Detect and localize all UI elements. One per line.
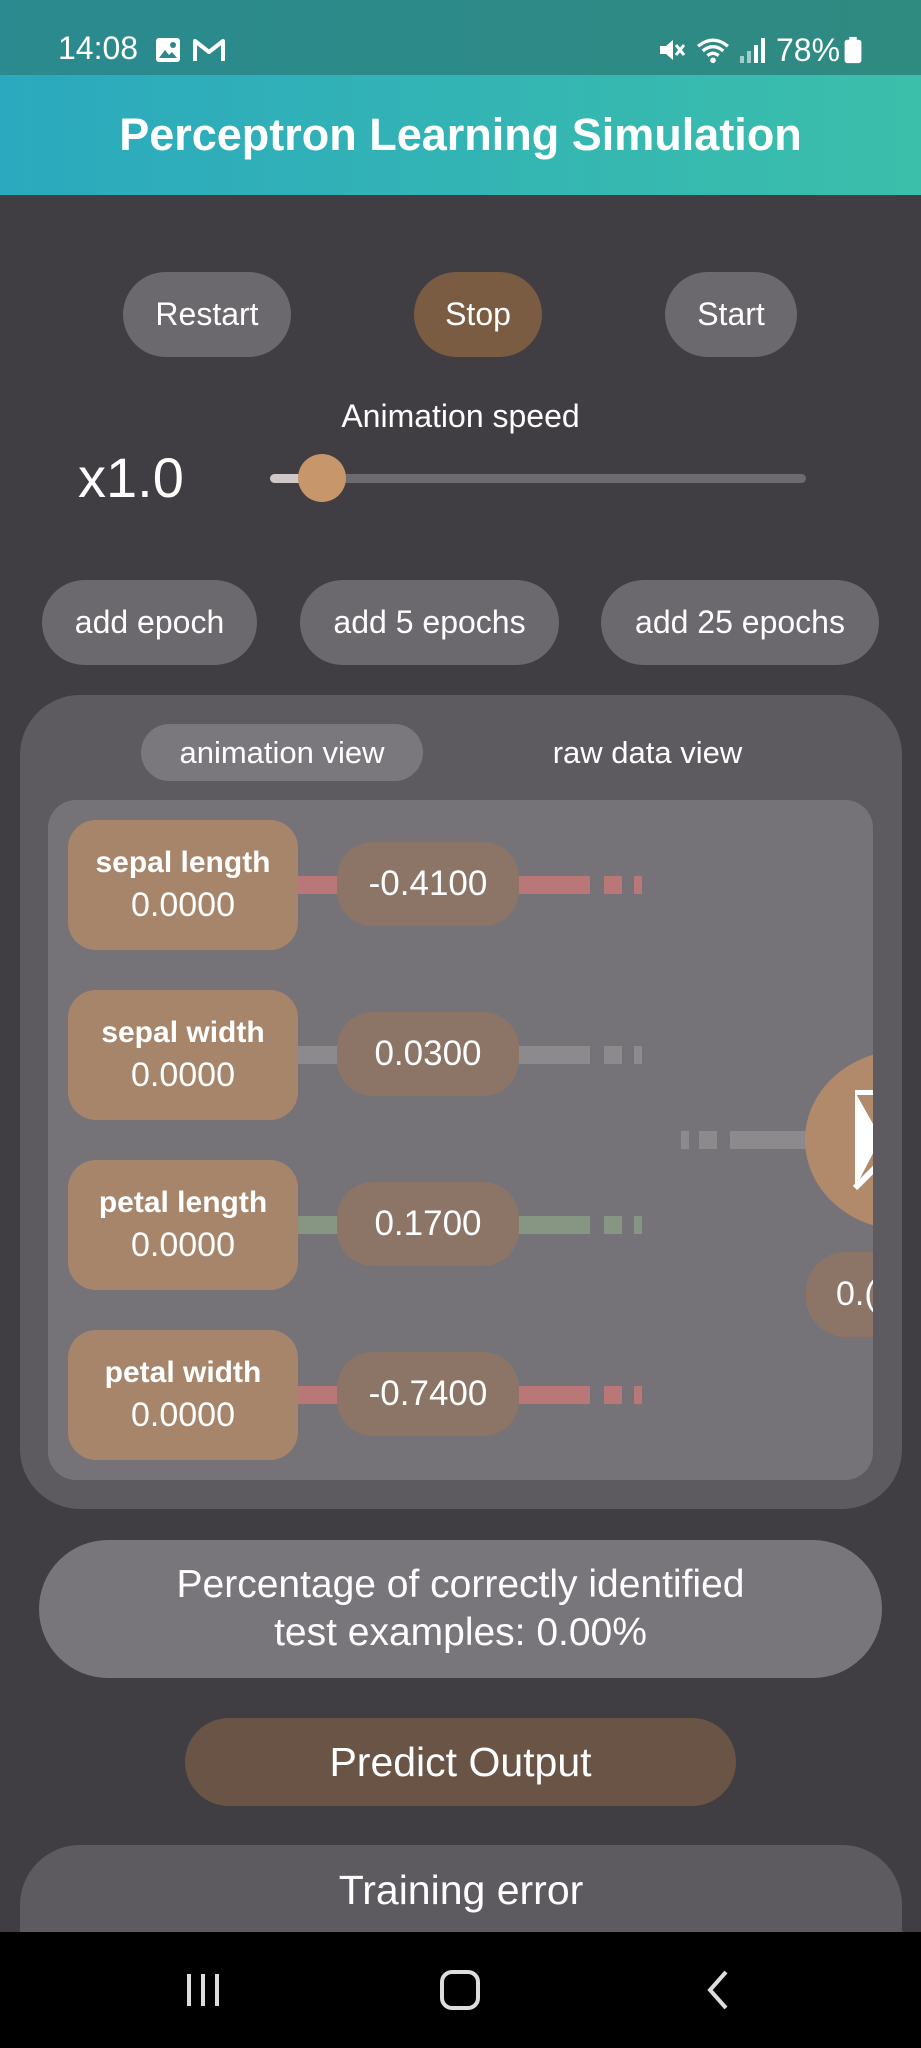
feature-value: 0.0000 bbox=[131, 1055, 235, 1094]
weight-value: 0.0300 bbox=[337, 1012, 519, 1096]
weight-value: 0.1700 bbox=[337, 1182, 519, 1266]
speed-slider-track[interactable] bbox=[270, 474, 806, 483]
tab-raw-data-view[interactable]: raw data view bbox=[520, 724, 775, 781]
gallery-icon bbox=[156, 38, 180, 62]
app-bar: Perceptron Learning Simulation bbox=[0, 75, 921, 195]
neuron-connection-line bbox=[730, 1131, 810, 1149]
app-title: Perceptron Learning Simulation bbox=[119, 109, 802, 160]
feature-node: petal width 0.0000 bbox=[68, 1330, 298, 1460]
connection-line bbox=[518, 1046, 590, 1064]
stop-button[interactable]: Stop bbox=[414, 272, 542, 357]
connection-dash bbox=[604, 1046, 622, 1064]
connection-dash bbox=[634, 1216, 642, 1234]
feature-value: 0.0000 bbox=[131, 885, 235, 924]
predict-output-button[interactable]: Predict Output bbox=[185, 1718, 736, 1806]
battery-percent: 78% bbox=[776, 32, 841, 68]
connection-dash bbox=[634, 876, 642, 894]
feature-node: petal length 0.0000 bbox=[68, 1160, 298, 1290]
feature-name: sepal length bbox=[95, 845, 271, 879]
accuracy-line2: test examples: 0.00% bbox=[274, 1611, 647, 1654]
gmail-icon bbox=[193, 39, 225, 61]
feature-name: petal width bbox=[104, 1355, 262, 1389]
connection-dash bbox=[604, 1386, 622, 1404]
restart-button[interactable]: Restart bbox=[123, 272, 291, 357]
weight-value: -0.4100 bbox=[337, 842, 519, 926]
speed-value: x1.0 bbox=[78, 446, 184, 509]
signal-icon bbox=[740, 38, 765, 63]
speed-slider-thumb[interactable] bbox=[298, 454, 346, 502]
feature-name: petal length bbox=[98, 1185, 268, 1219]
neuron-connection-dash bbox=[699, 1131, 717, 1149]
add-25-epochs-button[interactable]: add 25 epochs bbox=[601, 580, 879, 665]
add-5-epochs-button[interactable]: add 5 epochs bbox=[300, 580, 559, 665]
recent-apps-icon[interactable] bbox=[183, 1970, 223, 2010]
connection-dash bbox=[634, 1386, 642, 1404]
weight-value: -0.7400 bbox=[337, 1352, 519, 1436]
wifi-icon bbox=[697, 38, 729, 64]
neuron-node bbox=[805, 1050, 873, 1230]
connection-line bbox=[518, 1386, 590, 1404]
output-value: 0.( bbox=[806, 1252, 873, 1337]
accuracy-card: Percentage of correctly identified test … bbox=[39, 1540, 882, 1678]
add-epoch-button[interactable]: add epoch bbox=[42, 580, 257, 665]
start-button[interactable]: Start bbox=[665, 272, 797, 357]
status-time: 14:08 bbox=[58, 30, 139, 66]
connection-dash bbox=[634, 1046, 642, 1064]
sigma-icon bbox=[853, 1090, 873, 1190]
accuracy-line1: Percentage of correctly identified bbox=[176, 1563, 745, 1606]
home-icon[interactable] bbox=[438, 1968, 482, 2012]
animation-canvas: sepal length 0.0000 -0.4100 sepal width … bbox=[48, 800, 873, 1480]
feature-value: 0.0000 bbox=[131, 1395, 235, 1434]
mute-icon bbox=[660, 40, 686, 60]
connection-dash bbox=[604, 876, 622, 894]
connection-dash bbox=[604, 1216, 622, 1234]
animation-speed-label: Animation speed bbox=[341, 398, 580, 434]
feature-value: 0.0000 bbox=[131, 1225, 235, 1264]
feature-node: sepal length 0.0000 bbox=[68, 820, 298, 950]
battery-icon bbox=[844, 36, 862, 64]
neuron-connection-dash bbox=[681, 1131, 689, 1149]
back-icon[interactable] bbox=[702, 1968, 734, 2012]
tab-animation-view[interactable]: animation view bbox=[141, 724, 423, 781]
connection-line bbox=[518, 876, 590, 894]
feature-name: sepal width bbox=[101, 1015, 265, 1049]
connection-line bbox=[518, 1216, 590, 1234]
training-error-title: Training error bbox=[338, 1867, 584, 1913]
feature-node: sepal width 0.0000 bbox=[68, 990, 298, 1120]
